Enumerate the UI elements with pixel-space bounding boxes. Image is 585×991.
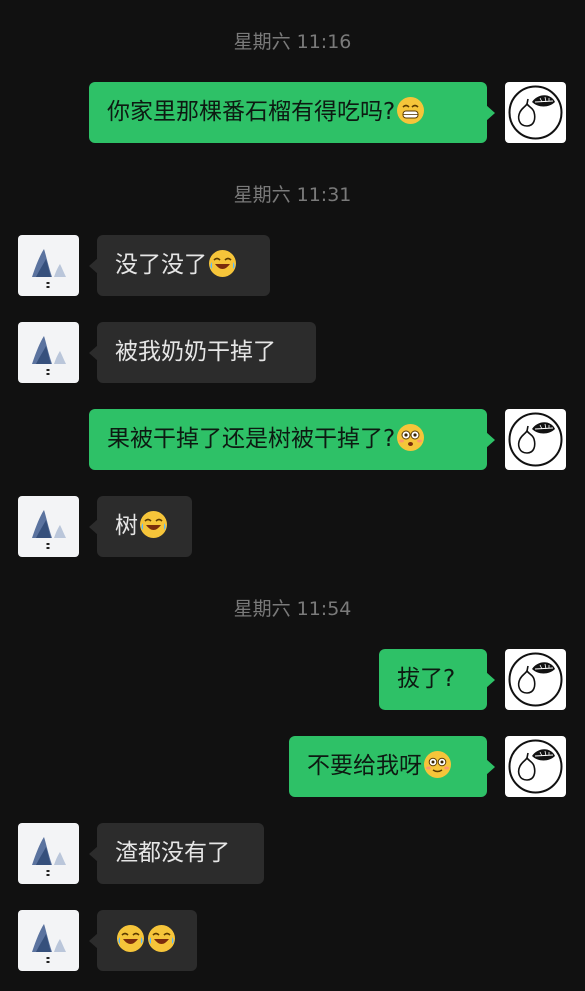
guava-logo-icon <box>505 736 566 797</box>
guava-logo-icon <box>505 82 566 143</box>
guava-logo-icon <box>505 649 566 710</box>
sent-message-bubble[interactable]: 不要给我呀 <box>289 736 495 797</box>
received-message-bubble[interactable]: 树 <box>89 496 192 557</box>
ink-landscape-icon <box>18 823 79 884</box>
my-avatar[interactable] <box>505 736 566 797</box>
friend-avatar[interactable] <box>18 910 79 971</box>
my-avatar[interactable] <box>505 82 566 143</box>
sent-message-bubble[interactable]: 果被干掉了还是树被干掉了? <box>89 409 495 470</box>
friend-avatar[interactable] <box>18 235 79 296</box>
message-text: 不要给我呀 <box>307 753 422 779</box>
timestamp: 星期六 11:54 <box>233 598 352 620</box>
laugh-cry-emoji-icon <box>117 925 144 952</box>
laugh-cry-emoji-icon <box>140 511 167 538</box>
timestamp: 星期六 11:16 <box>233 31 352 53</box>
friend-avatar[interactable] <box>18 496 79 557</box>
received-message-bubble[interactable] <box>89 910 197 971</box>
message-text: 被我奶奶干掉了 <box>115 339 276 365</box>
my-avatar[interactable] <box>505 649 566 710</box>
timestamp: 星期六 11:31 <box>233 184 352 206</box>
ink-landscape-icon <box>18 322 79 383</box>
chat-window[interactable]: 星期六 11:16 你家里那棵番石榴有得吃吗? 星期六 11:31 没了没了 被… <box>0 0 585 991</box>
ink-landscape-icon <box>18 496 79 557</box>
message-text: 果被干掉了还是树被干掉了? <box>107 426 396 452</box>
message-text: 树 <box>115 513 138 539</box>
ink-landscape-icon <box>18 235 79 296</box>
message-text: 你家里那棵番石榴有得吃吗? <box>107 99 396 125</box>
friend-avatar[interactable] <box>18 322 79 383</box>
received-message-bubble[interactable]: 渣都没有了 <box>89 823 264 884</box>
laugh-cry-emoji-icon <box>209 250 236 277</box>
message-text: 拔了? <box>397 666 456 692</box>
flushed-smile-emoji-icon <box>424 751 451 778</box>
sent-message-bubble[interactable]: 拔了? <box>379 649 495 710</box>
flushed-emoji-icon <box>397 424 425 451</box>
friend-avatar[interactable] <box>18 823 79 884</box>
my-avatar[interactable] <box>505 409 566 470</box>
laugh-cry-emoji-icon <box>148 925 175 952</box>
grinning-sweat-emoji-icon <box>397 97 425 124</box>
ink-landscape-icon <box>18 910 79 971</box>
message-text: 渣都没有了 <box>115 840 230 866</box>
received-message-bubble[interactable]: 没了没了 <box>89 235 270 296</box>
guava-logo-icon <box>505 409 566 470</box>
sent-message-bubble[interactable]: 你家里那棵番石榴有得吃吗? <box>89 82 495 143</box>
message-text: 没了没了 <box>115 252 207 278</box>
received-message-bubble[interactable]: 被我奶奶干掉了 <box>89 322 316 383</box>
